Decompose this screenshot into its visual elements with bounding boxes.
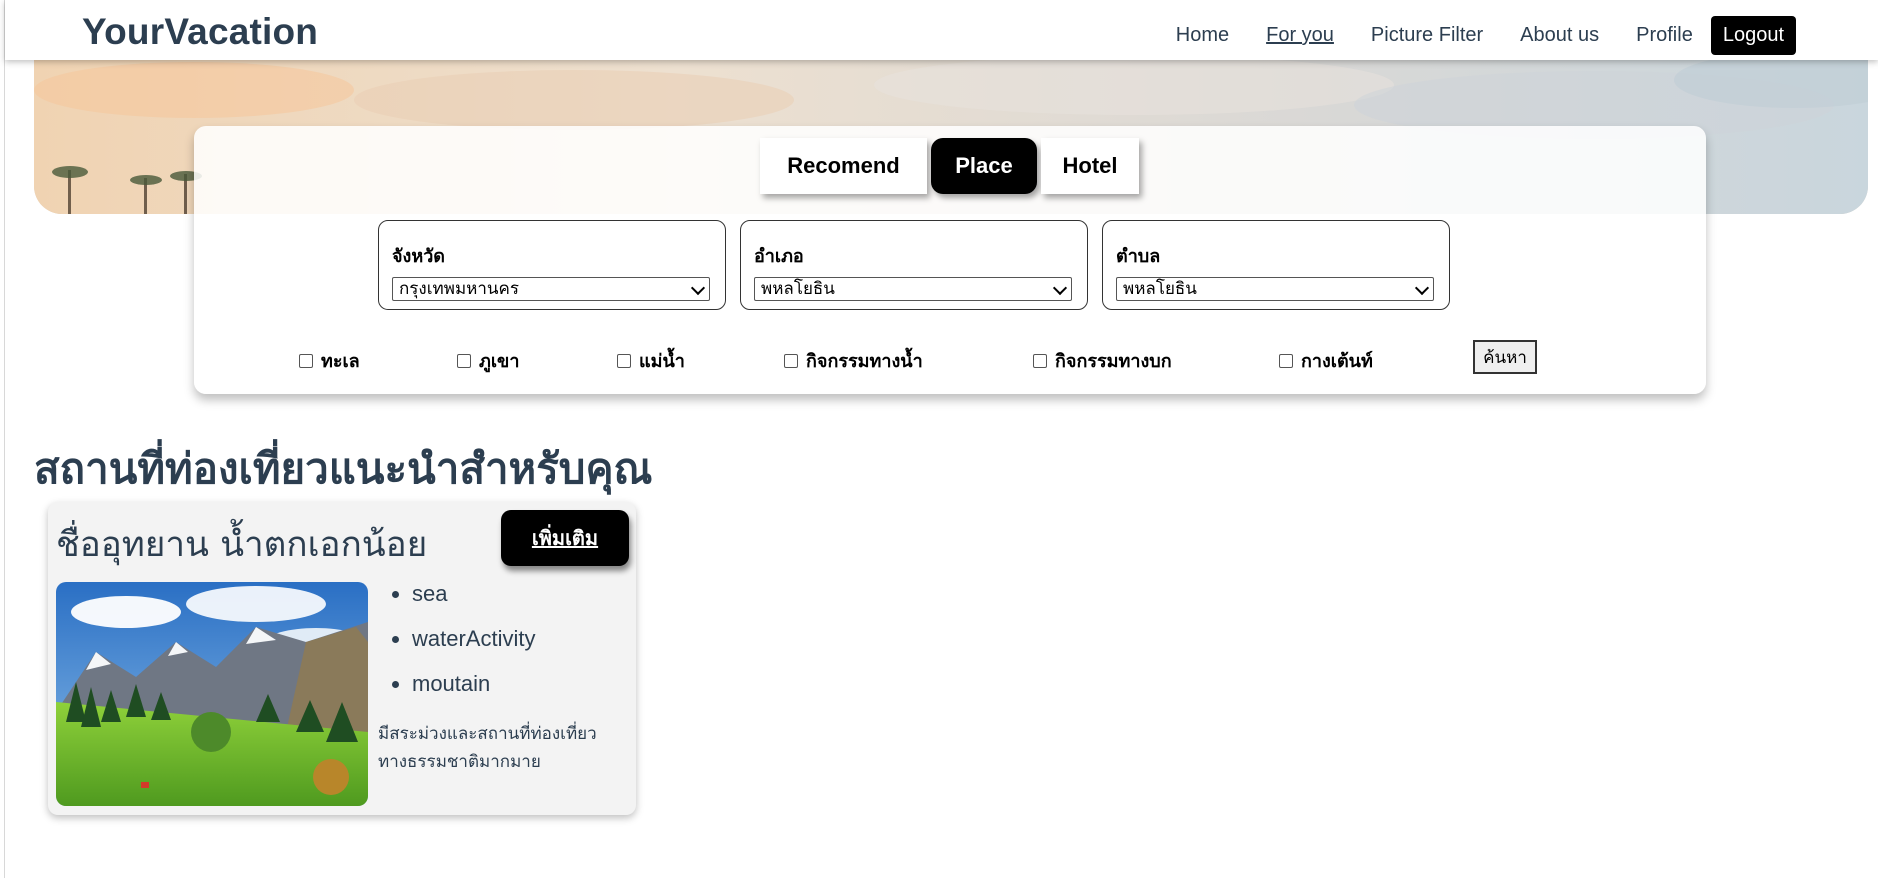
card-description-line: ทางธรรมชาติมากมาย [378,752,541,772]
checkbox-icon[interactable] [1279,353,1293,368]
tab-hotel[interactable]: Hotel [1041,138,1139,194]
checkbox-icon[interactable] [1033,353,1047,368]
chevron-down-icon [1052,280,1068,296]
tag-item: moutain [412,670,535,715]
chevron-down-icon [690,280,706,296]
checkbox-icon[interactable] [299,353,313,368]
card-tags: sea waterActivity moutain [388,580,535,715]
district-label: อำเภอ [754,246,804,267]
checkbox-icon[interactable] [457,353,471,368]
checkbox-camping-label: กางเต้นท์ [1301,351,1373,372]
location-filters: จังหวัด กรุงเทพมหานคร อำเภอ พหลโยธิน ตำบ… [378,220,1464,310]
section-title: สถานที่ท่องเที่ยวแนะนำสำหรับคุณ [34,444,653,493]
tag-item: waterActivity [412,625,535,670]
province-filter: จังหวัด กรุงเทพมหานคร [378,220,726,310]
district-select[interactable]: พหลโยธิน [754,277,1072,301]
checkbox-mountain-label: ภูเขา [479,351,520,372]
checkbox-icon[interactable] [617,353,631,368]
subdistrict-select[interactable]: พหลโยธิน [1116,277,1434,301]
card-title: ชื่ออุทยาน น้ำตกเอกน้อย [56,525,428,565]
top-navbar: YourVacation Home For you Picture Filter… [5,0,1878,60]
nav-links: Home For you Picture Filter About us Pro… [1139,16,1796,55]
checkbox-water-activity[interactable]: กิจกรรมทางน้ำ [784,346,923,375]
district-filter: อำเภอ พหลโยธิน [740,220,1088,310]
tag-item: sea [412,580,535,625]
subdistrict-label: ตำบล [1116,246,1161,267]
checkbox-camping[interactable]: กางเต้นท์ [1279,346,1373,375]
checkbox-river[interactable]: แม่น้ำ [617,346,685,375]
province-select-value: กรุงเทพมหานคร [399,279,520,299]
checkbox-water-activity-label: กิจกรรมทางน้ำ [806,351,923,372]
card-description: มีสระม่วงและสถานที่ท่องเที่ยว ทางธรรมชาต… [378,720,628,776]
checkbox-mountain[interactable]: ภูเขา [457,346,519,375]
card-description-line: มีสระม่วงและสถานที่ท่องเที่ยว [378,724,597,744]
chevron-down-icon [1414,280,1430,296]
subdistrict-filter: ตำบล พหลโยธิน [1102,220,1450,310]
category-checkboxes: ทะเล ภูเขา แม่น้ำ กิจกรรมทางน้ำ กิจกรรมท… [299,336,1559,376]
district-select-value: พหลโยธิน [761,279,835,299]
place-card: ชื่ออุทยาน น้ำตกเอกน้อย เพิ่มเติม • sea … [48,502,636,815]
nav-home[interactable]: Home [1176,18,1229,53]
tab-place[interactable]: Place [931,138,1037,194]
search-button[interactable]: ค้นหา [1473,340,1537,374]
province-select[interactable]: กรุงเทพมหานคร [392,277,710,301]
checkbox-land-activity-label: กิจกรรมทางบก [1055,351,1172,372]
nav-profile[interactable]: Profile [1636,18,1693,53]
search-panel: Recomend Place Hotel จังหวัด กรุงเทพมหาน… [194,126,1706,394]
more-button[interactable]: เพิ่มเติม [501,510,629,566]
checkbox-sea-label: ทะเล [321,351,360,372]
page-left-border [4,0,5,878]
category-tabs: Recomend Place Hotel [760,138,1143,194]
subdistrict-select-value: พหลโยธิน [1123,279,1197,299]
checkbox-river-label: แม่น้ำ [639,351,685,372]
checkbox-icon[interactable] [784,353,798,368]
brand-logo[interactable]: YourVacation [82,11,318,53]
nav-picture-filter[interactable]: Picture Filter [1371,18,1483,53]
checkbox-sea[interactable]: ทะเล [299,346,360,375]
tab-recomend[interactable]: Recomend [760,138,927,194]
nav-about-us[interactable]: About us [1520,18,1599,53]
place-image [56,582,368,806]
province-label: จังหวัด [392,246,445,267]
logout-button[interactable]: Logout [1710,16,1796,55]
checkbox-land-activity[interactable]: กิจกรรมทางบก [1033,346,1172,375]
nav-for-you[interactable]: For you [1266,18,1334,53]
